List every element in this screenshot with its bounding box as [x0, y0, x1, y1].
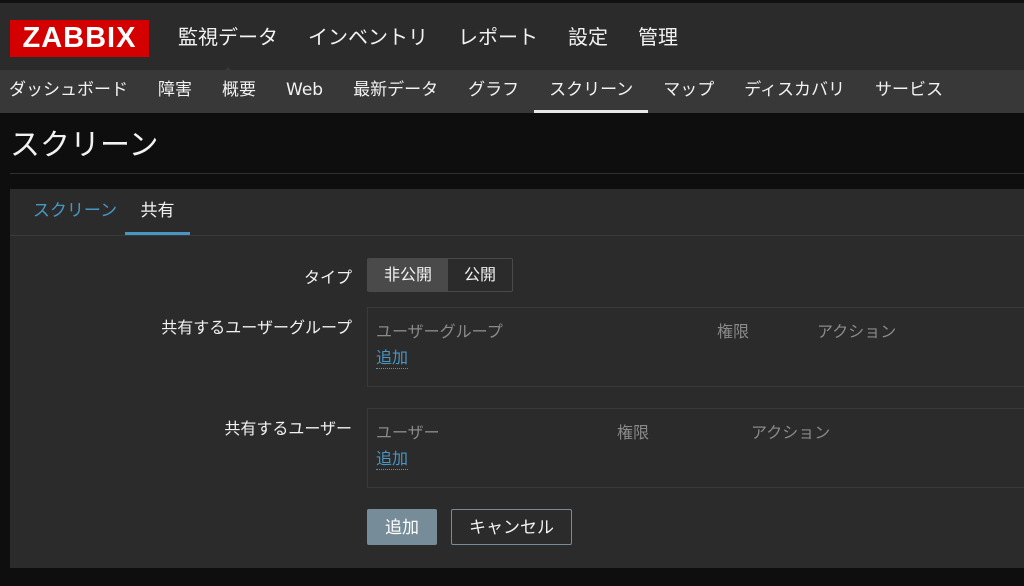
type-private-option[interactable]: 非公開 [368, 259, 449, 291]
type-label: タイプ [303, 268, 352, 287]
sub-nav-services[interactable]: サービス [860, 70, 958, 113]
sub-nav-discovery[interactable]: ディスカバリ [729, 70, 860, 113]
col-user-action: アクション [751, 423, 831, 442]
sub-nav-screens[interactable]: スクリーン [534, 70, 649, 113]
main-nav-administration[interactable]: 管理 [623, 17, 693, 57]
sub-nav-bar: ダッシュボード 障害 概要 Web 最新データ グラフ スクリーン マップ ディ… [0, 70, 1024, 113]
add-button[interactable]: 追加 [367, 509, 437, 545]
sub-nav-graphs[interactable]: グラフ [453, 70, 534, 113]
col-user-group: ユーザーグループ [376, 322, 503, 341]
type-radio-group: 非公開 公開 [367, 258, 514, 292]
title-divider [10, 173, 1024, 174]
sub-nav-overview[interactable]: 概要 [207, 70, 271, 113]
main-nav-monitoring[interactable]: 監視データ [163, 17, 293, 74]
user-groups-table: ユーザーグループ 権限 アクション 追加 [367, 307, 1024, 387]
sub-nav-dashboard[interactable]: ダッシュボード [0, 70, 143, 113]
users-table: ユーザー 権限 アクション 追加 [367, 408, 1024, 488]
col-action: アクション [817, 322, 897, 341]
col-user: ユーザー [376, 423, 440, 442]
type-public-option[interactable]: 公開 [448, 259, 513, 291]
zabbix-logo[interactable]: ZABBIX [10, 20, 149, 57]
main-nav-inventory[interactable]: インベントリ [293, 17, 443, 57]
col-user-permission: 権限 [617, 423, 650, 442]
tab-screen[interactable]: スクリーン [25, 189, 125, 235]
sub-nav-web[interactable]: Web [271, 70, 338, 113]
main-nav: 監視データ インベントリ レポート 設定 管理 [163, 17, 693, 74]
sub-nav-latest-data[interactable]: 最新データ [338, 70, 453, 113]
form-panel: スクリーン 共有 タイプ 非公開 公開 共有するユーザーグループ ユーザーグルー… [10, 189, 1024, 568]
sub-nav-maps[interactable]: マップ [648, 70, 729, 113]
main-nav-configuration[interactable]: 設定 [553, 17, 623, 57]
sub-nav-problems[interactable]: 障害 [143, 70, 207, 113]
page-title: スクリーン [10, 128, 159, 163]
user-groups-label: 共有するユーザーグループ [161, 318, 352, 337]
add-user-link[interactable]: 追加 [376, 449, 409, 470]
main-nav-reports[interactable]: レポート [443, 17, 553, 57]
users-label: 共有するユーザー [224, 419, 352, 438]
tab-sharing[interactable]: 共有 [125, 189, 190, 235]
col-permission: 権限 [717, 322, 750, 341]
add-user-group-link[interactable]: 追加 [376, 348, 409, 369]
form-tabs: スクリーン 共有 [10, 189, 1024, 236]
cancel-button[interactable]: キャンセル [451, 509, 572, 545]
sub-nav: ダッシュボード 障害 概要 Web 最新データ グラフ スクリーン マップ ディ… [0, 70, 1024, 113]
top-header: ZABBIX 監視データ インベントリ レポート 設定 管理 [0, 0, 1024, 74]
